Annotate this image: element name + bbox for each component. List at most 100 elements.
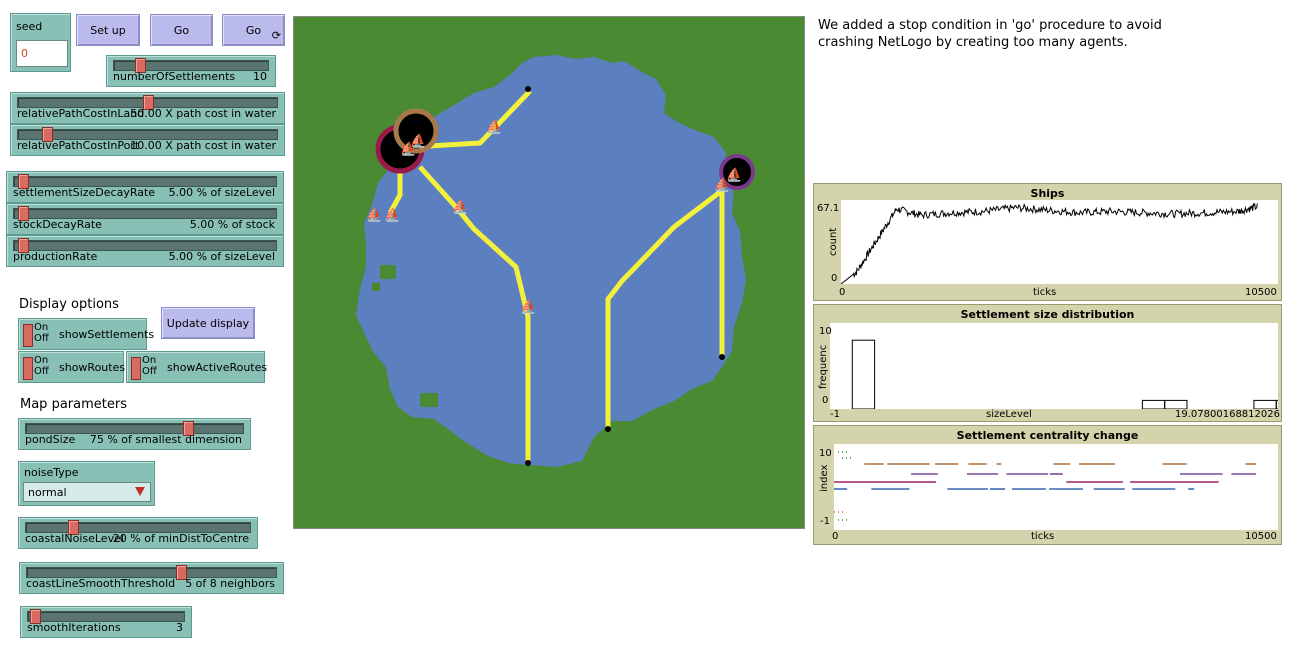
slider-relativePathCostInLand[interactable]: relativePathCostInLand 50.00 X path cost… <box>10 92 285 124</box>
slider-value: 10.00 X path cost in water <box>130 139 276 152</box>
centrality-scatter-chart <box>834 451 1256 521</box>
x-axis-label: ticks <box>1031 531 1055 542</box>
plot-title: Settlement size distribution <box>960 308 1135 321</box>
setup-button[interactable]: Set up <box>76 14 140 46</box>
slider-value: 5.00 % of sizeLevel <box>168 186 275 199</box>
seed-value: 0 <box>21 47 28 60</box>
x-max-label: 10500 <box>1245 287 1277 298</box>
y-max-label: 10 <box>819 326 832 337</box>
y-min-label: 0 <box>831 273 838 284</box>
histogram-bar <box>1275 399 1300 410</box>
forever-loop-icon: ⟳ <box>271 29 281 42</box>
switch-toggle[interactable] <box>131 357 141 380</box>
x-max-label: 19.07800168812026 <box>1175 409 1280 420</box>
slider-value: 5.00 % of sizeLevel <box>168 250 275 263</box>
plot-title: Ships <box>1030 187 1065 200</box>
noiseType-select[interactable]: normal <box>23 482 151 502</box>
slider-value: 5 of 8 neighbors <box>185 577 275 590</box>
go-forever-label: Go <box>245 23 262 37</box>
switch-showActiveRoutes[interactable]: On Off showActiveRoutes <box>126 351 268 383</box>
chooser-value: normal <box>28 486 67 499</box>
noiseType-chooser[interactable]: noiseType normal <box>18 461 155 506</box>
y-max-label: 67.1 <box>817 203 840 214</box>
slider-label: coastLineSmoothThreshold <box>26 577 176 590</box>
slider-label: relativePathCostInPort <box>17 139 140 152</box>
switch-on-label: On <box>34 322 49 333</box>
slider-coastLineSmoothThreshold[interactable]: coastLineSmoothThreshold 5 of 8 neighbor… <box>19 562 284 594</box>
histogram-bar <box>1253 399 1277 410</box>
switch-off-label: Off <box>34 333 49 344</box>
x-min-label: -1 <box>830 409 840 420</box>
svg-text:⛵: ⛵ <box>486 119 502 135</box>
histogram-bar <box>1141 399 1166 410</box>
slider-label: coastalNoiseLevel <box>25 532 124 545</box>
slider-value: 5.00 % of stock <box>189 218 275 231</box>
switch-toggle[interactable] <box>23 324 33 347</box>
slider-settlementSizeDecayRate[interactable]: settlementSizeDecayRate 5.00 % of sizeLe… <box>6 171 284 203</box>
svg-text:⛵: ⛵ <box>726 167 742 183</box>
y-max-label: 10 <box>819 448 832 459</box>
y-min-label: -1 <box>820 516 830 527</box>
slider-coastalNoiseLevel[interactable]: coastalNoiseLevel 20 % of minDistToCentr… <box>18 517 258 549</box>
chooser-label: noiseType <box>24 466 79 479</box>
slider-productionRate[interactable]: productionRate 5.00 % of sizeLevel <box>6 235 284 267</box>
x-min-label: 0 <box>839 287 846 298</box>
x-min-label: 0 <box>832 531 839 542</box>
y-axis-label: index <box>819 464 830 492</box>
slider-value: 50.00 X path cost in water <box>130 107 276 120</box>
svg-text:⛵: ⛵ <box>410 133 426 149</box>
model-note: We added a stop condition in 'go' proced… <box>818 18 1162 50</box>
centrality-change-plot: Settlement centrality change 10 -1 index… <box>813 425 1282 545</box>
slider-relativePathCostInPort[interactable]: relativePathCostInPort 10.00 X path cost… <box>10 124 285 156</box>
slider-label: relativePathCostInLand <box>17 107 145 120</box>
plot-title: Settlement centrality change <box>956 429 1139 442</box>
update-display-button[interactable]: Update display <box>161 307 255 339</box>
svg-text:⛵: ⛵ <box>366 207 382 223</box>
switch-label: showActiveRoutes <box>167 361 268 374</box>
ships-plot: Ships 67.1 0 count 0 ticks 10500 <box>813 183 1282 301</box>
seed-label: seed <box>16 20 43 33</box>
slider-label: productionRate <box>13 250 98 263</box>
update-display-label: Update display <box>166 316 250 330</box>
switch-showSettlements[interactable]: On Off showSettlements <box>18 318 154 350</box>
slider-value: 75 % of smallest dimension <box>89 433 242 446</box>
ships-series-line <box>840 202 1258 285</box>
seed-input-widget[interactable]: seed 0 <box>10 13 71 72</box>
setup-button-label: Set up <box>90 23 126 37</box>
slider-label: stockDecayRate <box>13 218 102 231</box>
display-options-heading: Display options <box>19 297 119 312</box>
slider-label: settlementSizeDecayRate <box>13 186 156 199</box>
switch-label: showSettlements <box>59 328 155 341</box>
plot-area <box>830 323 1300 410</box>
slider-value: 3 <box>176 621 183 634</box>
slider-pondSize[interactable]: pondSize 75 % of smallest dimension <box>18 418 251 450</box>
histogram-bar <box>851 339 876 410</box>
switch-toggle[interactable] <box>23 357 33 380</box>
y-min-label: 0 <box>822 395 829 406</box>
switch-showRoutes[interactable]: On Off showRoutes <box>18 351 126 383</box>
switch-off-label: Off <box>34 366 49 377</box>
slider-value: 10 <box>253 70 267 83</box>
plot-area <box>834 444 1278 530</box>
slider-smoothIterations[interactable]: smoothIterations 3 <box>20 606 192 638</box>
dropdown-triangle-icon <box>135 487 145 496</box>
svg-text:⛵: ⛵ <box>384 207 400 223</box>
slider-value: 20 % of minDistToCentre <box>112 532 249 545</box>
go-once-button[interactable]: Go <box>150 14 213 46</box>
slider-label: pondSize <box>25 433 76 446</box>
world-view[interactable]: ⛵ ⛵ ⛵ ⛵ ⛵ ⛵ ⛵ ⛵ ⛵ <box>293 16 805 529</box>
slider-label: numberOfSettlements <box>113 70 236 83</box>
size-distribution-plot: Settlement size distribution 10 0 freque… <box>813 304 1300 422</box>
switch-label: showRoutes <box>59 361 126 374</box>
map-parameters-heading: Map parameters <box>20 397 127 412</box>
histogram-bar <box>1164 399 1188 410</box>
go-once-label: Go <box>173 23 190 37</box>
world-map: ⛵ ⛵ ⛵⛵ ⛵⛵ ⛵⛵ ⛵ <box>294 17 804 528</box>
seed-input[interactable]: 0 <box>16 40 68 67</box>
slider-numberOfSettlements[interactable]: numberOfSettlements 10 <box>106 55 276 87</box>
go-forever-button[interactable]: Go ⟳ <box>222 14 285 46</box>
y-axis-label: count <box>828 227 839 256</box>
y-axis-label: frequenc <box>818 344 829 389</box>
slider-label: smoothIterations <box>27 621 121 634</box>
slider-stockDecayRate[interactable]: stockDecayRate 5.00 % of stock <box>6 203 284 235</box>
